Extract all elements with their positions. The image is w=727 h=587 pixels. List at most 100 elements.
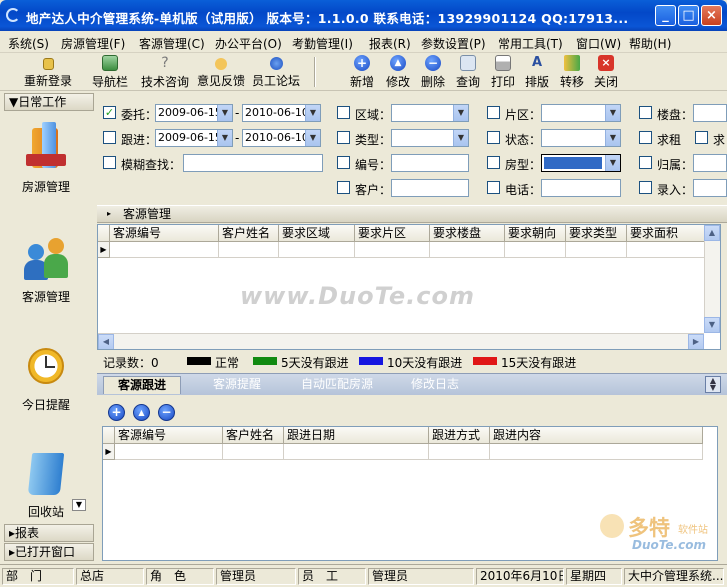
- number-input[interactable]: [391, 154, 469, 172]
- room-type-select[interactable]: ▼: [541, 154, 621, 172]
- menu-property[interactable]: 房源管理(F): [61, 35, 125, 52]
- delete-button[interactable]: − 删除: [421, 55, 445, 90]
- column-header[interactable]: 要求朝向: [505, 225, 566, 242]
- navbar-button[interactable]: 导航栏: [92, 55, 128, 90]
- entry-input[interactable]: [693, 179, 727, 197]
- followup-to-select[interactable]: 2010-06-10 ▼: [242, 129, 321, 147]
- column-header[interactable]: 要求楼盘: [430, 225, 505, 242]
- column-header[interactable]: 客源编号: [110, 225, 219, 242]
- table-cell[interactable]: [430, 242, 505, 258]
- fuzzy-checkbox[interactable]: [103, 156, 116, 169]
- table-cell[interactable]: [115, 444, 223, 460]
- sidebar-section-report[interactable]: ▸报表: [4, 524, 94, 542]
- scroll-right-icon[interactable]: ▶: [688, 334, 704, 349]
- menu-tools[interactable]: 常用工具(T): [498, 35, 563, 52]
- print-button[interactable]: 打印: [491, 55, 515, 90]
- column-header[interactable]: 客户姓名: [223, 427, 284, 444]
- table-cell[interactable]: [429, 444, 490, 460]
- phone-checkbox[interactable]: [487, 181, 500, 194]
- column-header[interactable]: 跟进内容: [490, 427, 703, 444]
- number-checkbox[interactable]: [337, 156, 350, 169]
- sidebar-item-property[interactable]: 房源管理: [4, 122, 88, 195]
- menu-system[interactable]: 系统(S): [8, 35, 49, 52]
- menu-customer[interactable]: 客源管理(C): [139, 35, 205, 52]
- menu-office[interactable]: 办公平台(O): [215, 35, 282, 52]
- tab-change-log[interactable]: 修改日志: [395, 376, 475, 394]
- table-cell[interactable]: [355, 242, 430, 258]
- transfer-button[interactable]: 转移: [560, 55, 584, 90]
- table-cell[interactable]: [627, 242, 707, 258]
- sidebar-item-customer[interactable]: 客源管理: [4, 232, 88, 305]
- entry-checkbox[interactable]: [639, 181, 652, 194]
- rent-checkbox[interactable]: [639, 131, 652, 144]
- belong-input[interactable]: [693, 154, 727, 172]
- column-header[interactable]: 要求类型: [566, 225, 627, 242]
- feedback-button[interactable]: 意见反馈: [197, 55, 245, 89]
- scroll-left-icon[interactable]: ◀: [98, 334, 114, 349]
- add-followup-button[interactable]: +: [108, 404, 125, 421]
- delete-followup-button[interactable]: −: [158, 404, 175, 421]
- entrust-to-select[interactable]: 2010-06-10 ▼: [242, 104, 321, 122]
- scroll-up-icon[interactable]: ▲: [704, 225, 720, 241]
- column-header[interactable]: 客户姓名: [219, 225, 279, 242]
- belong-checkbox[interactable]: [639, 156, 652, 169]
- table-cell[interactable]: [566, 242, 627, 258]
- add-button[interactable]: + 新增: [350, 55, 374, 90]
- area-checkbox[interactable]: [487, 106, 500, 119]
- region-checkbox[interactable]: [337, 106, 350, 119]
- customer-checkbox[interactable]: [337, 181, 350, 194]
- menu-settings[interactable]: 参数设置(P): [421, 35, 486, 52]
- collapse-icon[interactable]: ▲ ▼: [705, 376, 721, 393]
- building-input[interactable]: [693, 104, 727, 122]
- table-cell[interactable]: [505, 242, 566, 258]
- maximize-button[interactable]: □: [678, 5, 699, 26]
- tab-customer-reminder[interactable]: 客源提醒: [197, 376, 277, 394]
- horizontal-scrollbar[interactable]: ◀ ▶: [98, 333, 704, 349]
- close-button[interactable]: ×: [701, 5, 722, 26]
- column-header[interactable]: 跟进方式: [429, 427, 490, 444]
- menu-attendance[interactable]: 考勤管理(I): [292, 35, 353, 52]
- table-cell[interactable]: [284, 444, 429, 460]
- column-header[interactable]: 要求区域: [279, 225, 355, 242]
- table-cell[interactable]: [219, 242, 279, 258]
- edit-button[interactable]: ▲ 修改: [386, 55, 410, 90]
- chevron-down-icon[interactable]: ▼: [72, 499, 86, 511]
- table-cell[interactable]: [490, 444, 703, 460]
- status-select[interactable]: ▼: [541, 129, 621, 147]
- scroll-down-icon[interactable]: ▼: [704, 317, 720, 333]
- tab-customer-followup[interactable]: 客源跟进: [103, 376, 181, 394]
- room-type-checkbox[interactable]: [487, 156, 500, 169]
- sidebar-item-recycle-bin[interactable]: 回收站 ▼: [4, 447, 88, 520]
- followup-checkbox[interactable]: [103, 131, 116, 144]
- followup-from-select[interactable]: 2009-06-15 ▼: [155, 129, 233, 147]
- customer-input[interactable]: [391, 179, 469, 197]
- column-header[interactable]: 跟进日期: [284, 427, 429, 444]
- vertical-scrollbar[interactable]: ▲ ▼: [704, 225, 720, 333]
- minimize-button[interactable]: _: [655, 5, 676, 26]
- phone-input[interactable]: [541, 179, 621, 197]
- type-checkbox[interactable]: [337, 131, 350, 144]
- consult-button[interactable]: ? 技术咨询: [141, 55, 189, 90]
- type-select[interactable]: ▼: [391, 129, 469, 147]
- status-checkbox[interactable]: [487, 131, 500, 144]
- layout-button[interactable]: A 排版: [525, 55, 549, 90]
- close-window-button[interactable]: × 关闭: [594, 55, 618, 90]
- entrust-checkbox[interactable]: ✓: [103, 106, 116, 119]
- building-checkbox[interactable]: [639, 106, 652, 119]
- column-header[interactable]: 要求片区: [355, 225, 430, 242]
- rent2-checkbox[interactable]: [695, 131, 708, 144]
- sidebar-item-today-reminder[interactable]: 今日提醒: [4, 340, 88, 413]
- table-cell[interactable]: [110, 242, 219, 258]
- region-select[interactable]: ▼: [391, 104, 469, 122]
- relogin-button[interactable]: 重新登录: [24, 55, 72, 89]
- area-select[interactable]: ▼: [541, 104, 621, 122]
- edit-followup-button[interactable]: ▲: [133, 404, 150, 421]
- column-header[interactable]: 要求面积: [627, 225, 707, 242]
- forum-button[interactable]: 员工论坛: [252, 55, 300, 89]
- table-cell[interactable]: [279, 242, 355, 258]
- menu-window[interactable]: 窗口(W): [576, 35, 621, 52]
- sidebar-section-daily-work[interactable]: ▼日常工作: [4, 93, 94, 111]
- column-header[interactable]: 客源编号: [115, 427, 223, 444]
- tab-auto-match[interactable]: 自动匹配房源: [289, 376, 385, 394]
- table-cell[interactable]: [223, 444, 284, 460]
